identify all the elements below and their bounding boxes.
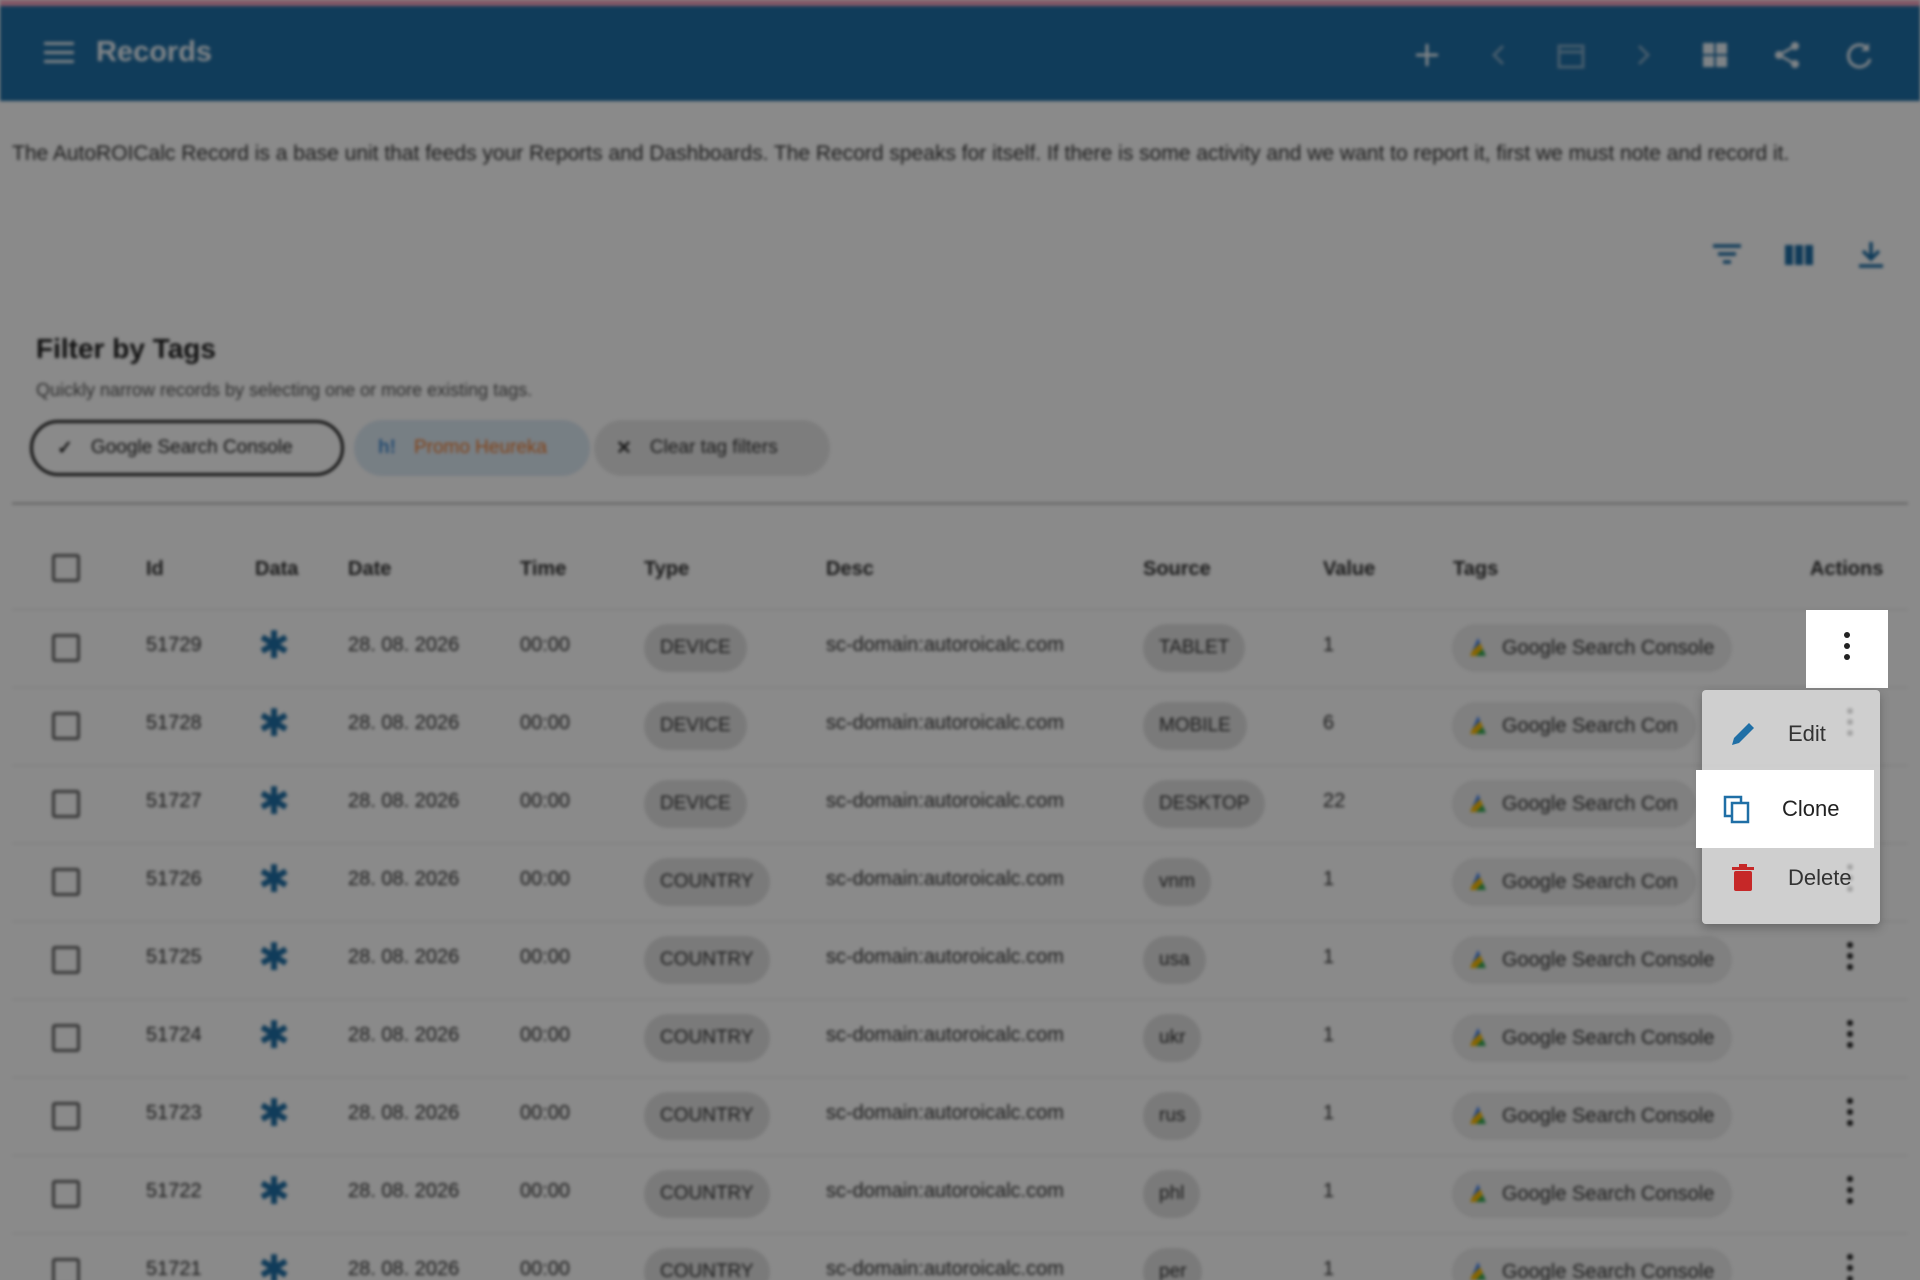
menu-item-label: Edit bbox=[1788, 721, 1826, 746]
modal-backdrop[interactable] bbox=[0, 0, 1920, 1280]
copy-icon bbox=[1723, 795, 1750, 824]
more-vert-icon bbox=[1844, 632, 1850, 665]
menu-item-label: Delete bbox=[1788, 865, 1852, 890]
menu-item-label: Clone bbox=[1782, 796, 1840, 821]
menu-item-delete[interactable]: Delete bbox=[1702, 842, 1880, 914]
row-actions-menu: Edit Clone Delete bbox=[1696, 690, 1880, 924]
menu-item-edit[interactable]: Edit bbox=[1702, 698, 1880, 770]
row-actions-button-active[interactable] bbox=[1806, 610, 1888, 688]
menu-item-clone[interactable]: Clone bbox=[1696, 770, 1874, 848]
pencil-icon bbox=[1732, 723, 1754, 745]
trash-icon bbox=[1732, 864, 1754, 891]
